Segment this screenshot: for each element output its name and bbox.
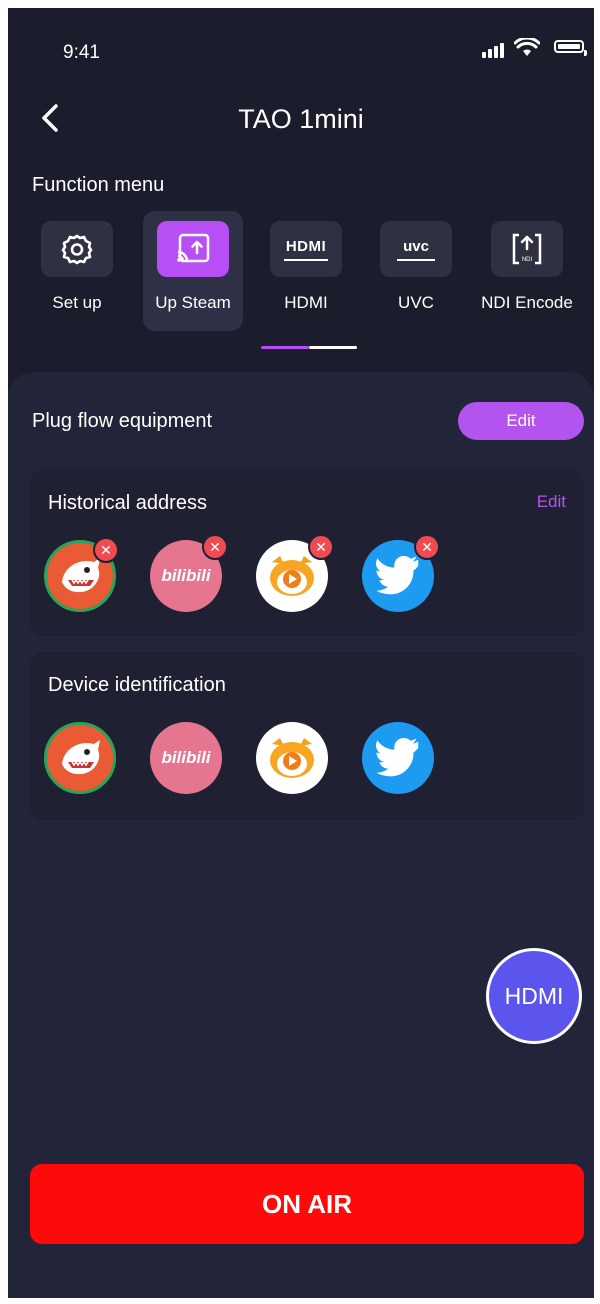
twitter-logo-icon[interactable]: [362, 722, 434, 794]
tiger-video-logo-icon[interactable]: [256, 722, 328, 794]
remove-icon[interactable]: ✕: [308, 534, 334, 560]
menu-scroll-indicator: [261, 346, 357, 349]
card-title: Historical address: [48, 492, 207, 514]
nav-bar: TAO 1mini: [8, 88, 594, 148]
menu-item-setup[interactable]: Set up: [27, 211, 127, 331]
menu-item-label: Up Steam: [155, 293, 231, 312]
battery-icon: [554, 40, 587, 56]
menu-item-label: HDMI: [284, 293, 328, 312]
status-bar: 9:41: [8, 8, 594, 88]
status-icons: [474, 36, 587, 60]
uvc-icon-text: uvc: [403, 237, 429, 255]
gear-icon: [41, 221, 113, 277]
plug-flow-panel: Plug flow equipment Edit Historical addr…: [8, 372, 594, 1298]
function-menu-label: Function menu: [32, 174, 165, 196]
panel-title: Plug flow equipment: [32, 410, 213, 432]
edit-button[interactable]: Edit: [458, 402, 584, 440]
status-time: 9:41: [63, 42, 100, 63]
historical-edit-link[interactable]: Edit: [537, 492, 566, 512]
wifi-icon: [514, 38, 540, 56]
hdmi-icon-text: HDMI: [285, 237, 327, 255]
menu-item-label: UVC: [398, 293, 434, 312]
twitter-logo-icon[interactable]: ✕: [362, 534, 440, 612]
remove-icon[interactable]: ✕: [93, 537, 119, 563]
menu-item-ndi-encode[interactable]: NDI NDI Encode: [477, 211, 577, 331]
uvc-icon: uvc: [380, 221, 452, 277]
cast-upload-icon: [157, 221, 229, 277]
tiger-video-logo-icon[interactable]: ✕: [256, 534, 334, 612]
bilibili-logo-icon[interactable]: bilibili: [150, 722, 222, 794]
page-title: TAO 1mini: [238, 104, 364, 134]
menu-item-label: NDI Encode: [481, 293, 573, 312]
menu-item-hdmi[interactable]: HDMI HDMI: [256, 211, 356, 331]
ndi-upload-icon: NDI: [491, 221, 563, 277]
card-title: Device identification: [48, 674, 226, 696]
shark-logo-icon[interactable]: ✕: [44, 537, 119, 612]
hdmi-icon: HDMI: [270, 221, 342, 277]
historical-logos: ✕ bilibili ✕ ✕ ✕: [44, 534, 564, 620]
device-logos: bilibili: [44, 722, 564, 802]
menu-item-up-steam[interactable]: Up Steam: [143, 211, 243, 331]
shark-logo-icon[interactable]: [44, 722, 116, 794]
historical-address-card: Historical address Edit ✕ bilibili ✕ ✕ ✕: [30, 470, 584, 636]
ndi-icon-text: NDI: [521, 257, 533, 263]
hdmi-fab-button[interactable]: HDMI: [486, 948, 582, 1044]
menu-item-label: Set up: [52, 293, 102, 312]
remove-icon[interactable]: ✕: [202, 534, 228, 560]
bilibili-logo-icon[interactable]: bilibili ✕: [150, 534, 228, 612]
device-identification-card: Device identification bilibili: [30, 652, 584, 820]
on-air-button[interactable]: ON AIR: [30, 1164, 584, 1244]
phone-screen: 9:41 TAO 1mini Function menu Set up Up S…: [8, 8, 594, 1298]
menu-item-uvc[interactable]: uvc UVC: [366, 211, 466, 331]
function-menu: Set up Up Steam HDMI HDMI uvc UVC NDI ND…: [8, 211, 594, 341]
remove-icon[interactable]: ✕: [414, 534, 440, 560]
